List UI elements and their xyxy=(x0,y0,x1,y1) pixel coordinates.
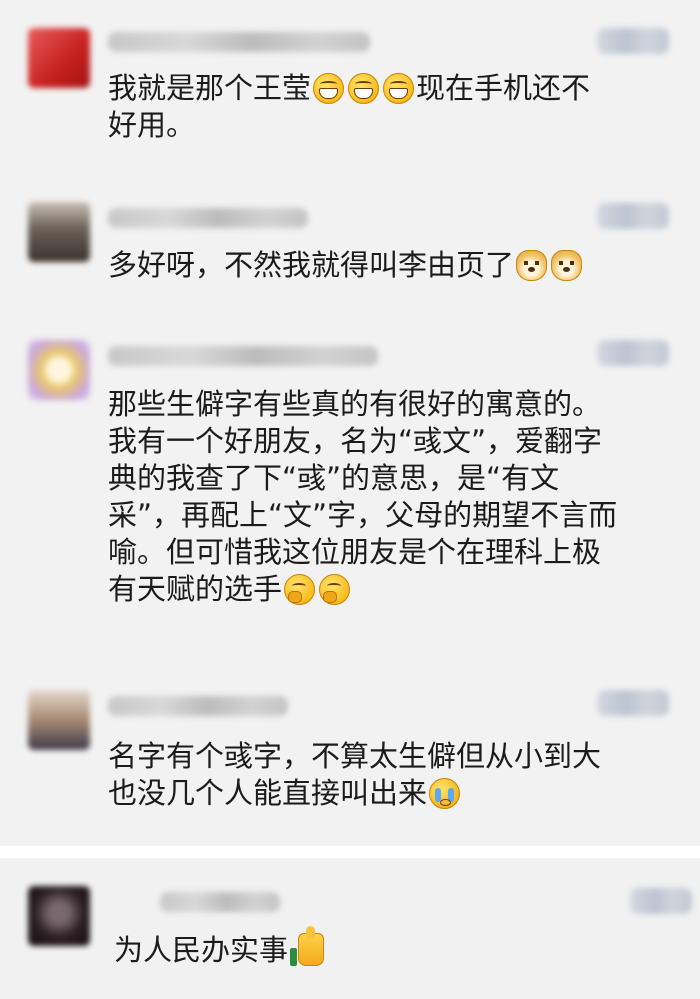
like-count-blurred[interactable] xyxy=(597,203,669,229)
thinking-emoji xyxy=(284,574,316,605)
comment-text: 那些生僻字有些真的有很好的寓意的。 我有一个好朋友，名为“彧文”，爱翻字 典的我… xyxy=(108,386,678,608)
comment-line: 好用。 xyxy=(108,108,196,142)
comment-line: 名字有个彧字，不算太生僻但从小到大 xyxy=(108,739,602,773)
avatar[interactable] xyxy=(28,28,90,88)
username-blurred[interactable] xyxy=(108,32,370,52)
like-count-blurred[interactable] xyxy=(597,340,669,366)
comment-text: 为人民办实事 xyxy=(114,926,684,969)
like-count-blurred[interactable] xyxy=(597,690,669,716)
comment-text: 名字有个彧字，不算太生僻但从小到大 也没几个人能直接叫出来 xyxy=(108,738,678,812)
username-blurred[interactable] xyxy=(108,208,308,228)
comment-panel: 为人民办实事 xyxy=(0,858,700,999)
avatar[interactable] xyxy=(28,690,90,750)
comment-line: 我就是那个王莹 xyxy=(108,71,312,105)
comment-line: 采”，再配上“文”字，父母的期望不言而 xyxy=(108,498,618,532)
grin-emoji xyxy=(313,73,345,104)
comment-line: 典的我查了下“彧”的意思，是“有文 xyxy=(108,461,560,495)
comment-line: 有天赋的选手 xyxy=(108,572,283,606)
comment-panel: 我就是那个王莹 现在手机还不 好用。 多好呀，不然我就得叫李由页了 那些生僻字有些… xyxy=(0,0,700,846)
thumbs-up-emoji xyxy=(290,926,325,966)
like-count-blurred[interactable] xyxy=(597,28,669,54)
grin-emoji xyxy=(383,73,415,104)
comment-line: 多好呀，不然我就得叫李由页了 xyxy=(108,248,515,282)
grin-emoji xyxy=(348,73,380,104)
thinking-emoji xyxy=(319,574,351,605)
comment-text: 多好呀，不然我就得叫李由页了 xyxy=(108,247,678,284)
comment-text: 我就是那个王莹 现在手机还不 好用。 xyxy=(108,70,678,144)
comment-line-tail: 现在手机还不 xyxy=(416,71,591,105)
username-blurred[interactable] xyxy=(108,696,288,716)
username-blurred[interactable] xyxy=(108,346,378,366)
username-blurred[interactable] xyxy=(160,892,280,912)
crying-emoji xyxy=(429,778,461,809)
comment-line: 为人民办实事 xyxy=(114,933,289,967)
avatar[interactable] xyxy=(28,340,90,400)
comment-line: 喻。但可惜我这位朋友是个在理科上极 xyxy=(108,535,602,569)
comment-line: 那些生僻字有些真的有很好的寓意的。 xyxy=(108,387,602,421)
doge-emoji xyxy=(516,250,548,281)
avatar[interactable] xyxy=(28,202,90,262)
comment-line: 我有一个好朋友，名为“彧文”，爱翻字 xyxy=(108,424,603,458)
like-count-blurred[interactable] xyxy=(630,888,692,914)
doge-emoji xyxy=(551,250,583,281)
avatar[interactable] xyxy=(28,886,90,946)
comment-line: 也没几个人能直接叫出来 xyxy=(108,776,428,810)
